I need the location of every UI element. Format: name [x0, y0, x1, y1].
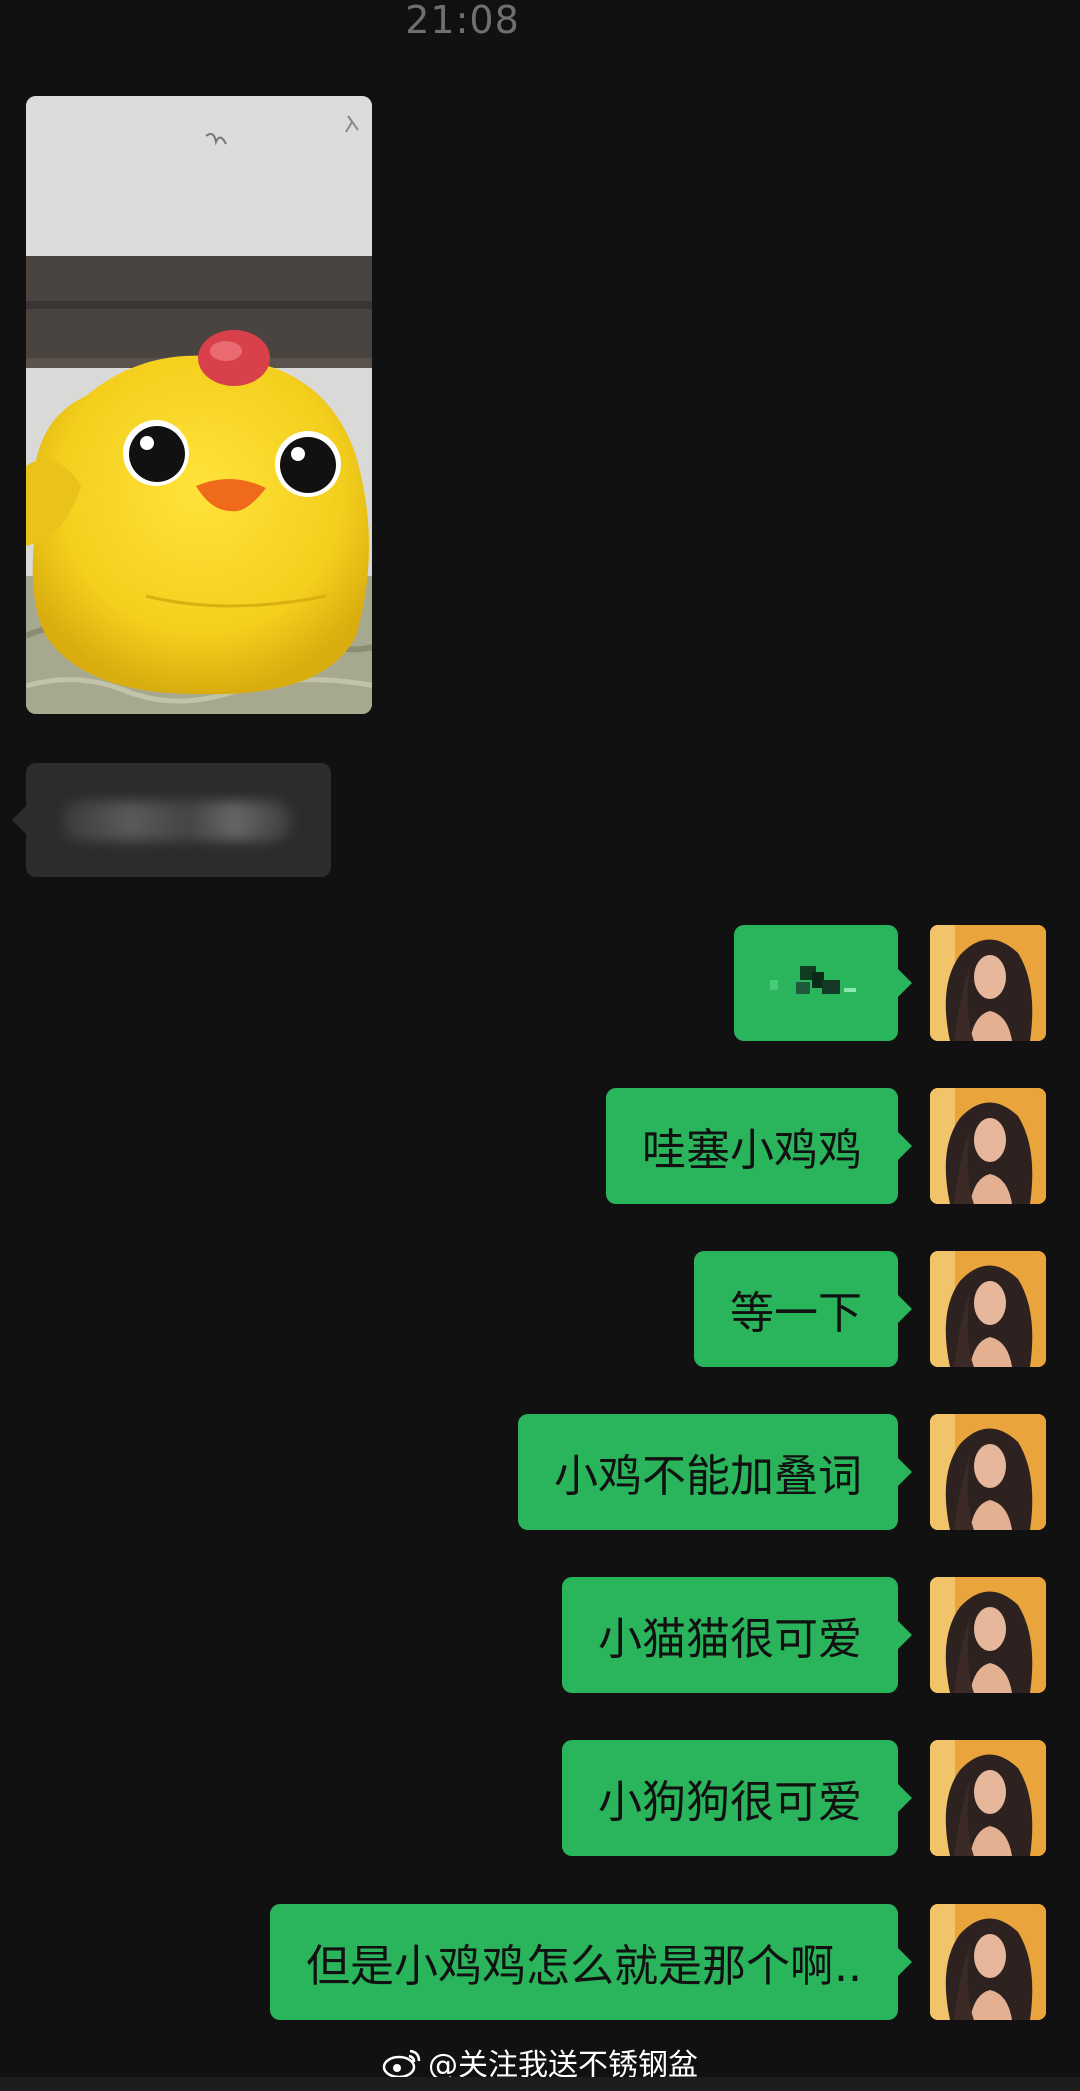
message-text: 小狗狗很可爱 [598, 1777, 862, 1828]
bottom-bar [0, 2077, 1080, 2091]
user-avatar[interactable] [930, 1740, 1046, 1856]
message-text: 等一下 [730, 1288, 862, 1339]
avatar-image [930, 1251, 1046, 1367]
user-avatar[interactable] [930, 1577, 1046, 1693]
user-avatar[interactable] [930, 1414, 1046, 1530]
outgoing-bubble-censored[interactable] [734, 925, 912, 1041]
avatar-image [930, 1088, 1046, 1204]
avatar-image [930, 1414, 1046, 1530]
message-text: 哇塞小鸡鸡 [642, 1125, 862, 1176]
message-text: 小猫猫很可爱 [598, 1614, 862, 1665]
censor-mosaic [770, 958, 860, 1008]
user-avatar[interactable] [930, 1904, 1046, 2020]
outgoing-bubble[interactable]: 小鸡不能加叠词 [518, 1414, 912, 1530]
outgoing-bubble[interactable]: 哇塞小鸡鸡 [606, 1088, 912, 1204]
chick-plush-image [26, 96, 372, 714]
outgoing-message-row: 等一下 [0, 1251, 1080, 1367]
user-avatar[interactable] [930, 1251, 1046, 1367]
outgoing-message-row: 小猫猫很可爱 [0, 1577, 1080, 1693]
avatar-image [930, 925, 1046, 1041]
message-text: 小鸡不能加叠词 [554, 1451, 862, 1502]
outgoing-message-row: 小鸡不能加叠词 [0, 1414, 1080, 1530]
outgoing-bubble[interactable]: 等一下 [694, 1251, 912, 1367]
blurred-text [62, 801, 292, 841]
message-text: 但是小鸡鸡怎么就是那个啊.. [306, 1941, 862, 1992]
outgoing-bubble[interactable]: 小狗狗很可爱 [562, 1740, 912, 1856]
outgoing-message-row: 小狗狗很可爱 [0, 1740, 1080, 1856]
outgoing-bubble[interactable]: 小猫猫很可爱 [562, 1577, 912, 1693]
incoming-text-bubble[interactable] [12, 763, 331, 877]
user-avatar[interactable] [930, 925, 1046, 1041]
avatar-image [930, 1577, 1046, 1693]
avatar-image [930, 1904, 1046, 2020]
avatar-image [930, 1740, 1046, 1856]
outgoing-message-row: 哇塞小鸡鸡 [0, 1088, 1080, 1204]
outgoing-bubble[interactable]: 但是小鸡鸡怎么就是那个啊.. [270, 1904, 912, 2020]
outgoing-message-row: 但是小鸡鸡怎么就是那个啊.. [0, 1904, 1080, 2020]
user-avatar[interactable] [930, 1088, 1046, 1204]
incoming-image-message[interactable] [26, 96, 372, 714]
outgoing-message-row [0, 925, 1080, 1041]
message-timestamp: 21:08 [405, 0, 520, 42]
